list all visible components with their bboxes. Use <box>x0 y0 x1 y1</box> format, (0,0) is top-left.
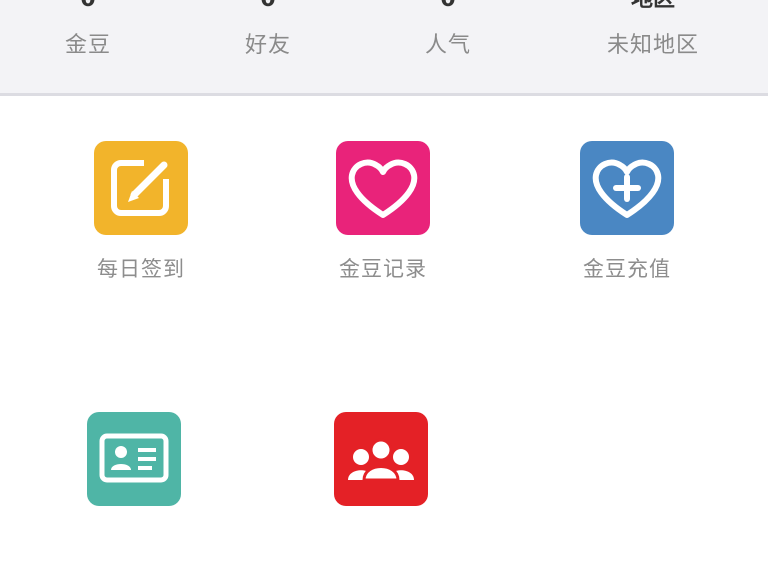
group-icon <box>334 412 428 506</box>
stat-label: 金豆 <box>64 33 111 58</box>
heart-icon <box>336 141 430 235</box>
grid-item-group[interactable] <box>281 412 481 572</box>
stats-bar: 0 金豆 0 好友 0 人气 地区 未知地区 <box>0 0 768 96</box>
grid-item-label: 每日签到 <box>97 257 185 281</box>
id-card-icon <box>87 412 181 506</box>
stat-value: 0 <box>13 0 163 12</box>
stat-label: 好友 <box>244 33 291 58</box>
stat-label: 未知地区 <box>606 33 699 58</box>
stat-friends[interactable]: 0 好友 <box>193 0 343 92</box>
stat-label: 人气 <box>424 33 471 58</box>
grid-item-bean-recharge[interactable]: 金豆充值 <box>527 141 727 301</box>
stat-region[interactable]: 地区 未知地区 <box>578 0 728 92</box>
grid-item-label: 金豆记录 <box>339 257 427 281</box>
edit-icon <box>94 141 188 235</box>
grid-item-label: 金豆充值 <box>583 257 671 281</box>
heart-plus-icon <box>580 141 674 235</box>
grid-item-id-card[interactable] <box>34 412 234 572</box>
stat-gold-beans[interactable]: 0 金豆 <box>13 0 163 92</box>
stat-value: 0 <box>193 0 343 12</box>
stat-value: 地区 <box>578 0 728 12</box>
grid-item-daily-checkin[interactable]: 每日签到 <box>41 141 241 301</box>
stat-value: 0 <box>373 0 523 12</box>
grid-item-bean-records[interactable]: 金豆记录 <box>283 141 483 301</box>
stat-popularity[interactable]: 0 人气 <box>373 0 523 92</box>
